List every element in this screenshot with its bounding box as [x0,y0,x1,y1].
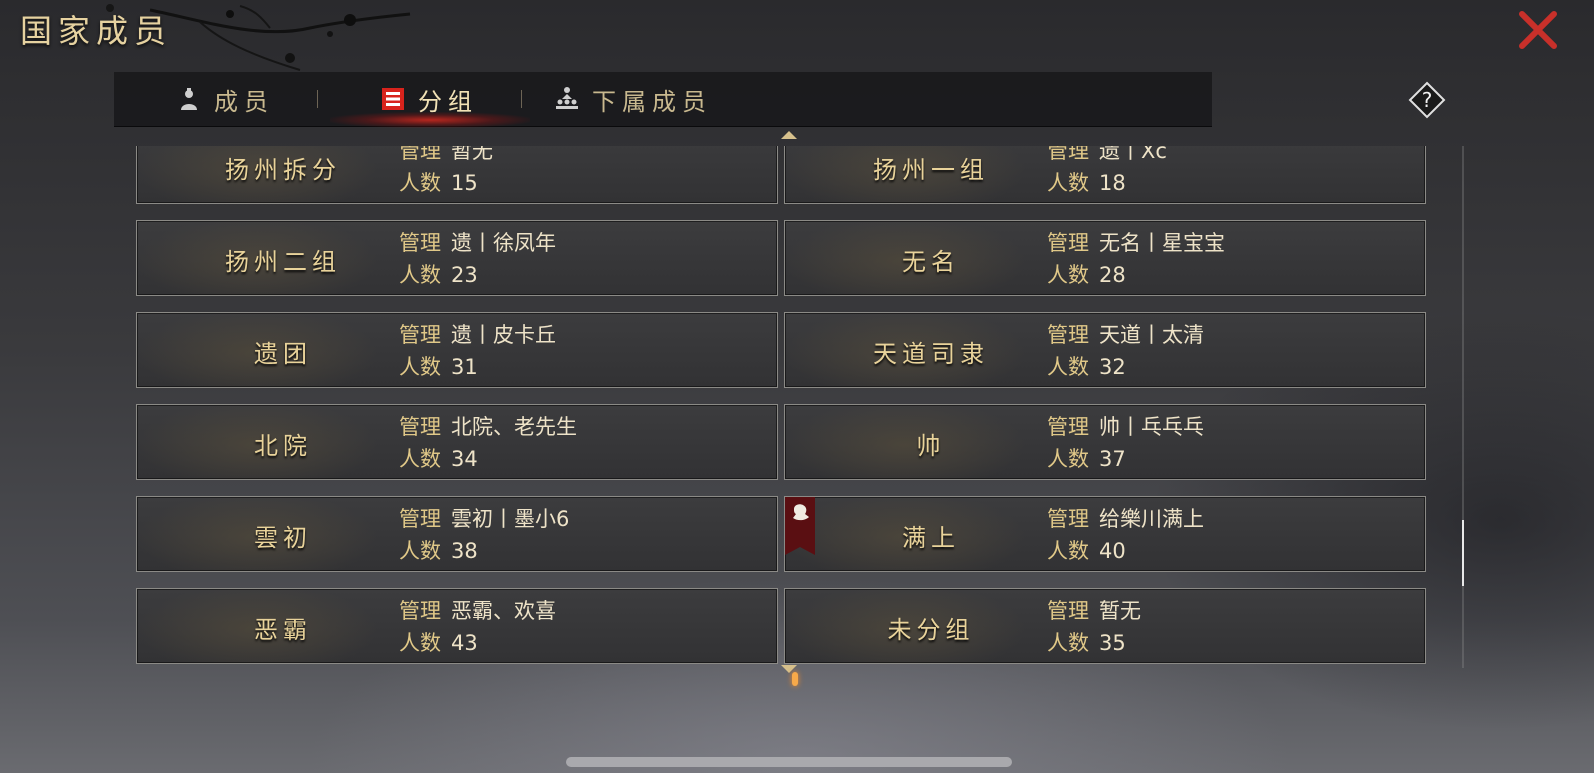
hierarchy-icon [556,87,578,109]
count-label: 人数 [1047,447,1089,471]
group-name: 帅 [916,431,946,460]
group-list[interactable]: 扬州拆分 管理 暂无 人数 15 扬州一组 管理 遗丨Xc 人数 18 扬州二组 管理遗… [114,146,1464,668]
group-name: 天道司隶 [873,339,989,368]
close-button[interactable] [1516,8,1560,52]
svg-text:?: ? [1422,88,1433,112]
ember-decoration [792,672,798,686]
tab-separator [521,90,522,108]
manager-label: 管理 [1047,146,1089,163]
group-count: 35 [1099,631,1126,655]
manager-label: 管理 [1047,231,1089,255]
group-manager: 给樂川满上 [1099,507,1204,531]
group-count: 34 [451,447,478,471]
group-card[interactable]: 未分组 管理 暂无 人数 35 [784,588,1426,664]
group-count: 28 [1099,263,1126,287]
group-card[interactable]: 遗团 管理 遗丨皮卡丘 人数 31 [136,312,778,388]
tab-subordinates-label: 下属成员 [592,87,712,116]
group-count: 43 [451,631,478,655]
tab-subordinates[interactable]: 下属成员 [554,72,712,126]
close-icon [1519,11,1557,49]
count-label: 人数 [1047,631,1089,655]
group-count: 15 [451,171,478,195]
scrollbar-thumb[interactable] [1462,520,1464,586]
manager-label: 管理 [399,146,441,163]
manager-label: 管理 [399,323,441,347]
group-manager: 遗丨皮卡丘 [451,323,556,347]
group-card[interactable]: 天道司隶 管理 天道丨太清 人数 32 [784,312,1426,388]
manager-label: 管理 [1047,599,1089,623]
manager-label: 管理 [399,507,441,531]
group-count: 32 [1099,355,1126,379]
group-manager: 遗丨Xc [1099,146,1167,163]
home-indicator[interactable] [566,757,1012,767]
scrollbar-track[interactable] [1462,146,1464,668]
member-icon [181,88,197,110]
count-label: 人数 [399,631,441,655]
group-count: 40 [1099,539,1126,563]
group-manager: 天道丨太清 [1099,323,1204,347]
group-manager: 暂无 [1099,599,1141,623]
group-list-icon [382,88,404,110]
group-manager: 遗丨徐凤年 [451,231,556,255]
group-name: 遗团 [254,339,312,368]
count-label: 人数 [1047,171,1089,195]
count-label: 人数 [1047,263,1089,287]
group-manager: 雲初丨墨小6 [451,507,570,531]
group-count: 23 [451,263,478,287]
count-label: 人数 [399,263,441,287]
manager-label: 管理 [399,231,441,255]
page-title: 国家成员 [20,12,173,50]
help-button[interactable]: ? [1408,81,1446,119]
group-name: 扬州一组 [873,155,989,184]
group-name: 未分组 [887,615,975,644]
tab-members-label: 成员 [214,87,274,116]
group-card[interactable]: 帅 管理 帅丨乓乓乓 人数 37 [784,404,1426,480]
group-manager: 北院、老先生 [451,415,577,439]
group-manager: 恶霸、欢喜 [451,599,556,623]
group-card-own[interactable]: 满上 管理 给樂川满上 人数 40 [784,496,1426,572]
group-card[interactable]: 扬州二组 管理 遗丨徐凤年 人数 23 [136,220,778,296]
count-label: 人数 [1047,539,1089,563]
group-name: 扬州二组 [225,247,341,276]
manager-label: 管理 [1047,507,1089,531]
manager-label: 管理 [1047,415,1089,439]
group-card[interactable]: 雲初 管理 雲初丨墨小6 人数 38 [136,496,778,572]
group-count: 31 [451,355,478,379]
tab-members[interactable]: 成员 [176,72,274,126]
manager-label: 管理 [399,599,441,623]
group-name: 北院 [254,431,312,460]
group-name: 扬州拆分 [225,155,341,184]
count-label: 人数 [1047,355,1089,379]
group-card[interactable]: 恶霸 管理 恶霸、欢喜 人数 43 [136,588,778,664]
manager-label: 管理 [1047,323,1089,347]
group-count: 38 [451,539,478,563]
manager-label: 管理 [399,415,441,439]
group-name: 恶霸 [254,615,312,644]
group-name: 满上 [902,523,960,552]
group-card[interactable]: 无名 管理 无名丨星宝宝 人数 28 [784,220,1426,296]
group-manager: 帅丨乓乓乓 [1099,415,1204,439]
help-icon: ? [1408,81,1446,119]
tab-bar: 成员 分组 下属成员 [114,72,1212,127]
count-label: 人数 [399,539,441,563]
group-card[interactable]: 扬州拆分 管理 暂无 人数 15 [136,146,778,204]
count-label: 人数 [399,447,441,471]
active-tab-glow [330,112,530,128]
group-count: 18 [1099,171,1126,195]
count-label: 人数 [399,355,441,379]
group-count: 37 [1099,447,1126,471]
group-card[interactable]: 北院 管理 北院、老先生 人数 34 [136,404,778,480]
count-label: 人数 [399,171,441,195]
group-manager: 无名丨星宝宝 [1099,231,1225,255]
scroll-up-arrow-icon [781,131,797,139]
group-card[interactable]: 扬州一组 管理 遗丨Xc 人数 18 [784,146,1426,204]
group-name: 无名 [902,247,960,276]
group-name: 雲初 [254,523,312,552]
group-manager: 暂无 [451,146,493,163]
tab-separator [317,90,318,108]
